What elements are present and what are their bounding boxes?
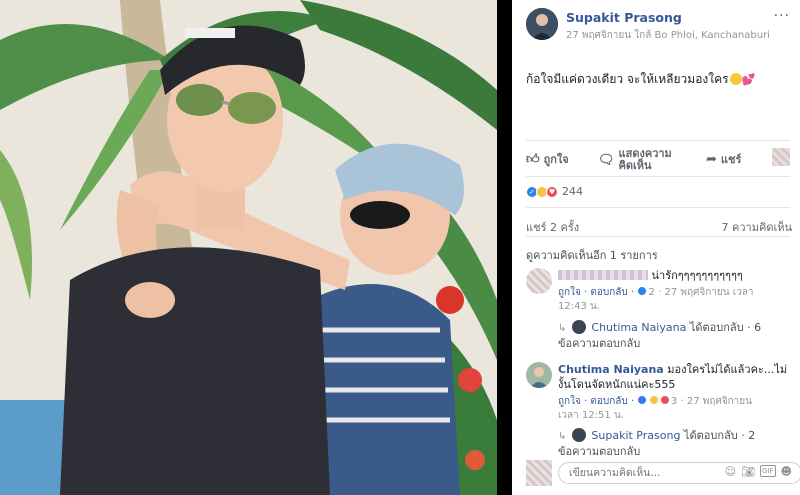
divider — [526, 236, 790, 237]
haha-reaction-icon — [648, 395, 659, 405]
reply-author: Supakit Prasong — [591, 429, 681, 442]
comment-composer: ☺ 📷︎ GIF ☻ — [526, 460, 800, 486]
comment-time-2[interactable]: 12:43 น. — [558, 301, 600, 312]
photo-pane — [0, 0, 512, 495]
like-button[interactable]: 👍︎ ถูกใจ — [526, 150, 569, 168]
comments-count[interactable]: 7 ความคิดเห็น — [722, 218, 793, 236]
reactions-summary[interactable]: ✓ ♥ 244 — [526, 185, 583, 198]
post-text: ก้อใจมีแค่ดวงเดียว จะให้เหลียวมองใคร — [526, 72, 729, 86]
author-name[interactable]: Supakit Prasong — [566, 10, 682, 25]
share-arrow-icon: ➦ — [706, 151, 717, 167]
photo-viewer: Supakit Prasong 27 พฤศจิกายน ใกล้ Bo Phl… — [0, 0, 800, 495]
comment-label-line2: คิดเห็น — [618, 159, 652, 172]
comment-body: น่ารักๆๆๆๆๆๆๆๆๆๆๆ ถูกใจ · ตอบกลับ · 2 · … — [558, 269, 754, 312]
emoji-icon[interactable]: ☺ — [725, 465, 736, 478]
reply-arrow-icon: ↳ — [558, 431, 567, 442]
comment-reply-link[interactable]: ตอบกลับ — [590, 396, 627, 407]
divider — [526, 176, 790, 177]
viewer-avatar — [526, 460, 552, 486]
reply-summary-text: ได้ตอบกลับ · 2 — [683, 429, 756, 442]
composer-icons: ☺ 📷︎ GIF ☻ — [725, 465, 792, 478]
reply-author: Chutima Naiyana — [591, 321, 687, 334]
divider — [526, 207, 790, 208]
love-reaction-icon — [659, 395, 670, 405]
reply-avatar — [571, 320, 586, 334]
comment-time[interactable]: 27 พฤศจิกายน เวลา — [664, 287, 753, 298]
tongue-emoji-icon — [729, 73, 742, 85]
reply-arrow-icon: ↳ — [558, 323, 567, 334]
comment-reaction-count[interactable]: 3 — [671, 396, 677, 407]
reply-summary-text: ได้ตอบกลับ · 6 — [689, 321, 762, 334]
hearts-emoji-icon: 💕 — [741, 73, 756, 86]
comment-text: น่ารักๆๆๆๆๆๆๆๆๆๆๆ — [651, 269, 743, 282]
post-caption: ก้อใจมีแค่ดวงเดียว จะให้เหลียวมองใคร 💕 — [526, 70, 755, 89]
reply-summary[interactable]: ↳ Supakit Prasong ได้ตอบกลับ · 2 ข้อความ… — [558, 428, 788, 459]
reply-summary[interactable]: ↳ Chutima Naiyana ได้ตอบกลับ · 6 ข้อความ… — [558, 320, 788, 351]
like-reaction-icon — [637, 286, 648, 296]
comment-body: Chutima Naiyana มองใครไม่ได้แล้วคะ...ไม่… — [558, 363, 788, 421]
comment-like-link[interactable]: ถูกใจ — [558, 287, 581, 298]
author-avatar[interactable] — [526, 8, 558, 40]
comment-time-2[interactable]: เวลา 12:51 น. — [558, 410, 624, 421]
gif-icon[interactable]: GIF — [760, 465, 776, 477]
commenter-name-redacted — [558, 270, 648, 280]
post-actions: 👍︎ ถูกใจ 🗨︎ แสดงความ คิดเห็น ➦ แชร์ — [524, 148, 794, 174]
share-button[interactable]: ➦ แชร์ — [706, 150, 741, 168]
comment-time[interactable]: 27 พฤศจิกายน — [687, 396, 752, 407]
like-label: ถูกใจ — [543, 153, 569, 166]
comment-bubble-icon: 🗨︎ — [598, 152, 615, 168]
comment-reply-link[interactable]: ตอบกลับ — [590, 287, 627, 298]
more-options-icon[interactable]: ··· — [774, 8, 790, 24]
divider — [526, 140, 790, 141]
post-panel: Supakit Prasong 27 พฤศจิกายน ใกล้ Bo Phl… — [512, 0, 800, 495]
share-label: แชร์ — [720, 153, 742, 166]
comment-like-link[interactable]: ถูกใจ — [558, 396, 581, 407]
sticker-icon[interactable]: ☻ — [781, 465, 792, 478]
comment-button[interactable]: 🗨︎ แสดงความ คิดเห็น — [598, 148, 672, 172]
like-reaction-icon — [637, 395, 648, 405]
comment-text: มองใครไม่ได้แล้วคะ...ไม่ — [667, 363, 788, 376]
view-more-comments-link[interactable]: ดูความคิดเห็นอีก 1 รายการ — [526, 246, 658, 264]
love-reaction-icon: ♥ — [546, 185, 558, 198]
camera-icon[interactable]: 📷︎ — [741, 465, 755, 478]
viewer-avatar[interactable] — [772, 148, 790, 166]
reply-summary-text-2: ข้อความตอบกลับ — [558, 445, 641, 458]
reply-summary-text-2: ข้อความตอบกลับ — [558, 337, 641, 350]
reaction-count: 244 — [562, 185, 583, 198]
post-meta[interactable]: 27 พฤศจิกายน ใกล้ Bo Phloi, Kanchanaburi — [566, 28, 770, 43]
post-header: Supakit Prasong 27 พฤศจิกายน ใกล้ Bo Phl… — [526, 8, 796, 44]
commenter-avatar[interactable] — [526, 268, 552, 294]
thumbs-up-icon: 👍︎ — [526, 151, 540, 167]
shares-count[interactable]: แชร์ 2 ครั้ง — [526, 218, 579, 236]
commenter-name[interactable]: Chutima Naiyana — [558, 363, 664, 376]
commenter-avatar[interactable] — [526, 362, 552, 388]
post-photo[interactable] — [0, 0, 497, 495]
comment-text-2: งั้นโดนจัดหนักแน่คะ555 — [558, 378, 676, 391]
reply-avatar — [571, 428, 586, 442]
comment-reaction-count[interactable]: 2 — [649, 287, 655, 298]
